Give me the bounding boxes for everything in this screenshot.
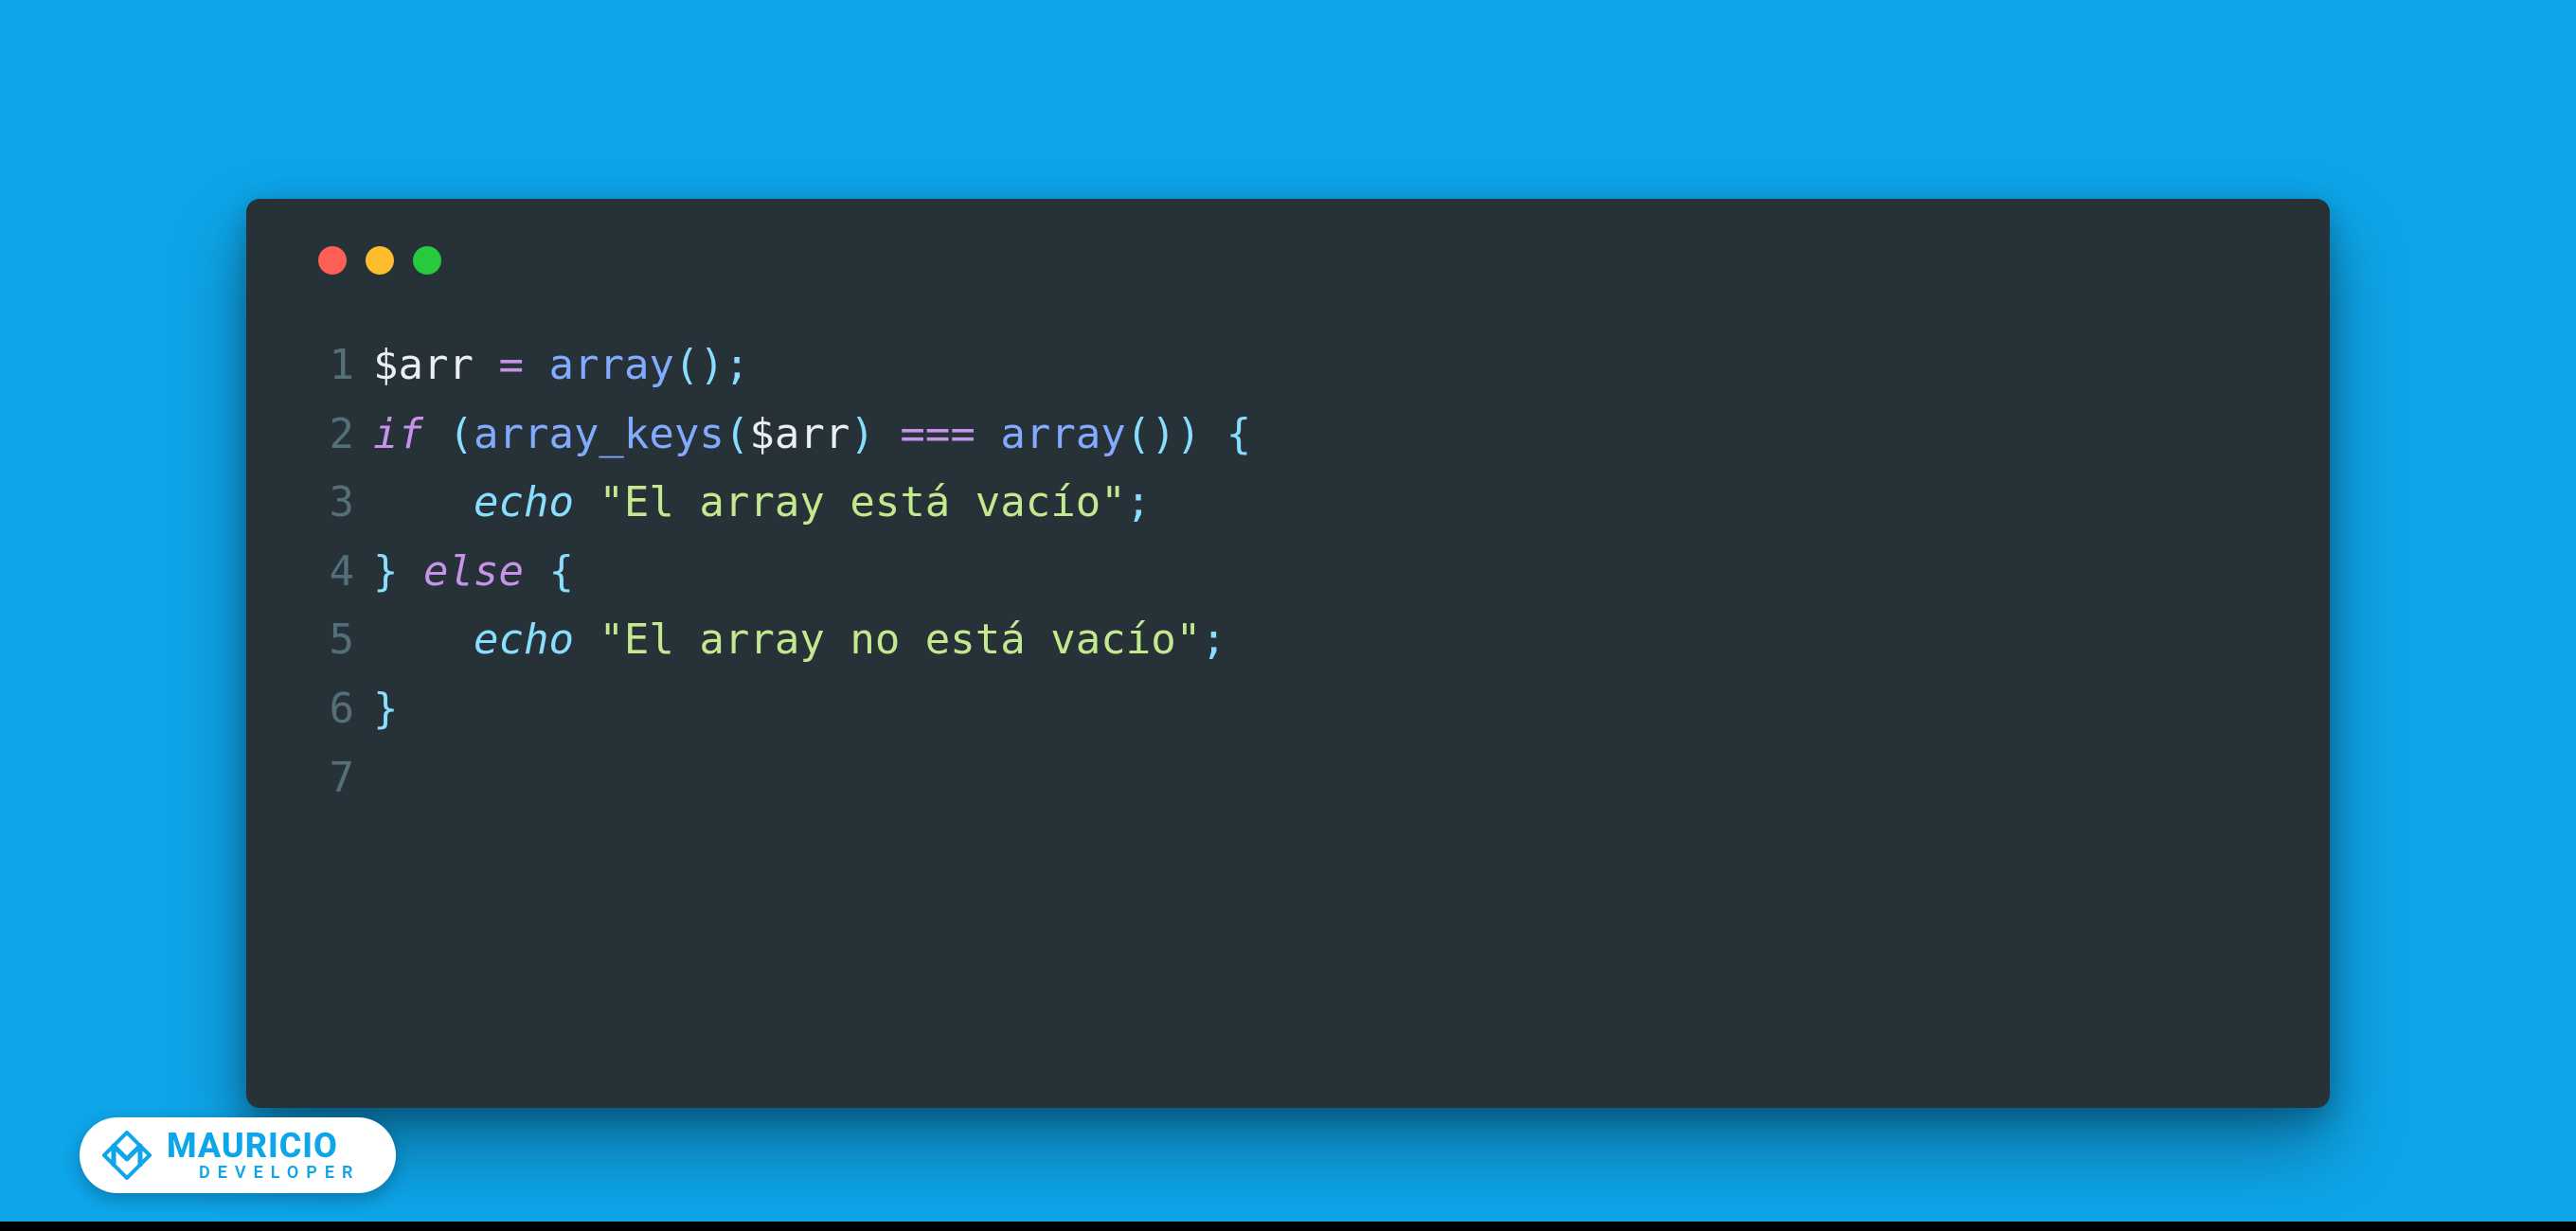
code-token: echo: [474, 478, 574, 526]
code-token: [975, 410, 1001, 458]
code-line: 2if (array_keys($arr) === array()) {: [313, 401, 2263, 470]
line-number: 4: [313, 538, 354, 607]
code-token: }: [373, 547, 399, 596]
code-token: if: [373, 410, 423, 458]
stage: 1$arr = array();2if (array_keys($arr) ==…: [0, 0, 2576, 1231]
brand-text: MAURICIO DEVELOPER: [167, 1129, 360, 1182]
code-token: array: [1000, 410, 1125, 458]
code-token: "El array no está vacío": [599, 616, 1201, 664]
brand-badge: MAURICIO DEVELOPER: [80, 1117, 396, 1193]
code-token: ()): [1126, 410, 1201, 458]
code-token: array: [548, 341, 673, 389]
code-token: [373, 478, 474, 526]
traffic-lights: [318, 246, 2263, 275]
code-token: "El array está vacío": [599, 478, 1125, 526]
code-token: {: [548, 547, 574, 596]
code-token: [399, 547, 424, 596]
line-number: 6: [313, 675, 354, 744]
window-zoom-icon: [413, 246, 441, 275]
code-token: ;: [1126, 478, 1152, 526]
code-token: ===: [900, 410, 975, 458]
code-line: 1 $arr = array();: [313, 331, 2263, 401]
code-token: [474, 341, 499, 389]
code-token: {: [1226, 410, 1252, 458]
code-token: [373, 616, 474, 664]
code-token: [1201, 410, 1226, 458]
code-token: =: [498, 341, 524, 389]
line-number: 1: [313, 331, 354, 401]
code-line: 6}: [313, 675, 2263, 744]
code-token: ();: [674, 341, 749, 389]
code-token: ): [850, 410, 875, 458]
brand-name: MAURICIO: [167, 1129, 360, 1163]
code-block: 1$arr = array();2if (array_keys($arr) ==…: [313, 331, 2263, 812]
code-token: [524, 547, 549, 596]
code-token: $arr: [749, 410, 850, 458]
window-minimize-icon: [366, 246, 394, 275]
window-close-icon: [318, 246, 347, 275]
code-token: ;: [1201, 616, 1226, 664]
code-line: 3 echo "El array está vacío";: [313, 469, 2263, 538]
code-token: echo: [474, 616, 574, 664]
code-token: [423, 410, 449, 458]
code-token: (: [448, 410, 474, 458]
code-token: }: [373, 685, 399, 733]
code-token: [574, 478, 599, 526]
line-number: 5: [313, 606, 354, 675]
code-token: else: [423, 547, 524, 596]
code-token: array_keys: [474, 410, 724, 458]
brand-sub: DEVELOPER: [199, 1165, 360, 1182]
code-line: 7: [313, 744, 2263, 813]
line-number: 7: [313, 744, 354, 813]
code-token: [524, 341, 549, 389]
brand-logo-icon: [102, 1131, 152, 1180]
code-token: (: [724, 410, 750, 458]
code-token: [574, 616, 599, 664]
code-line: 4} else {: [313, 538, 2263, 607]
bottom-bar: [0, 1222, 2576, 1231]
code-window: 1$arr = array();2if (array_keys($arr) ==…: [246, 199, 2330, 1108]
code-token: [875, 410, 901, 458]
line-number: 3: [313, 469, 354, 538]
code-token: $arr: [373, 341, 474, 389]
line-number: 2: [313, 401, 354, 470]
code-line: 5 echo "El array no está vacío";: [313, 606, 2263, 675]
